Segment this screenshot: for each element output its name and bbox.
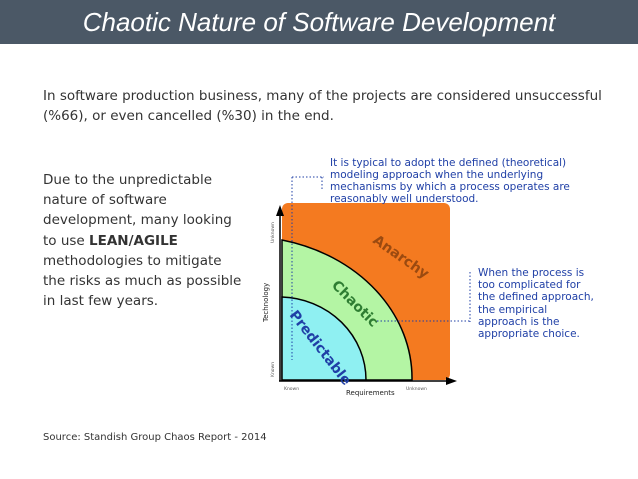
x-tick-known: Known xyxy=(284,386,299,392)
x-axis-label: Requirements xyxy=(346,389,395,397)
y-axis-label: Technology xyxy=(262,283,270,323)
y-tick-unknown: Unknown xyxy=(270,222,276,243)
y-tick-known: Known xyxy=(270,362,276,377)
empirical-approach-callout: When the process is too complicated for … xyxy=(478,267,594,341)
x-axis-arrow xyxy=(446,377,457,385)
complexity-diagram: Anarchy Chaotic Predictable Requirements… xyxy=(262,176,471,397)
defined-approach-callout: It is typical to adopt the defined (theo… xyxy=(330,157,570,205)
x-tick-unknown: Unknown xyxy=(406,386,427,392)
